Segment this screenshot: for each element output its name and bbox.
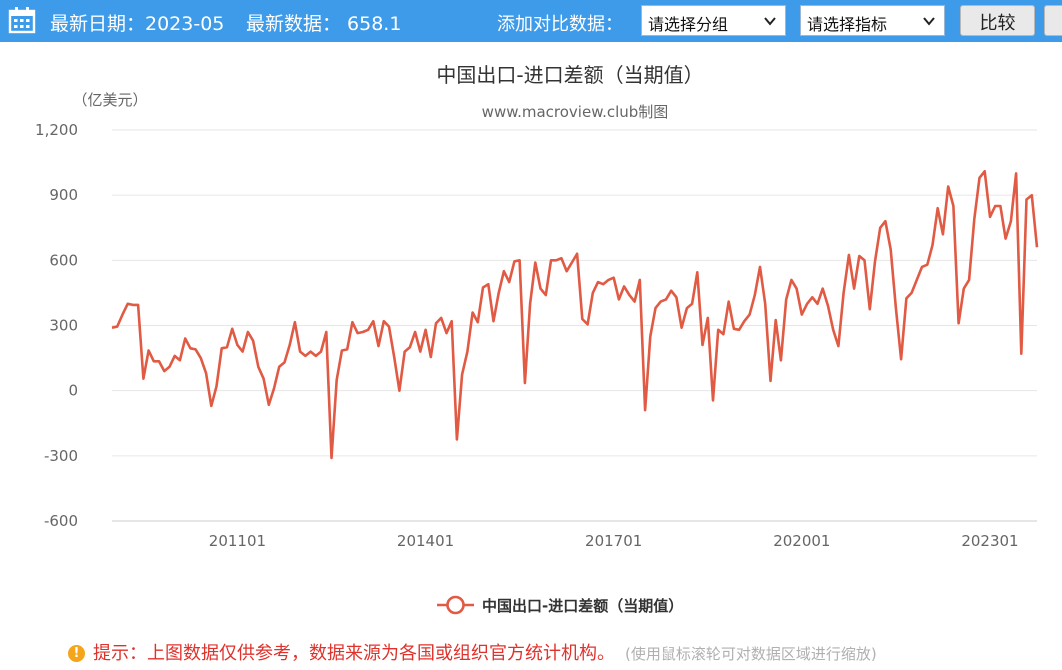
y-tick-label: -300 [44,447,78,465]
chevron-down-icon [764,17,776,26]
legend-symbol[interactable] [437,595,474,615]
x-tick-label: 202301 [961,532,1018,550]
y-tick-label: 0 [68,382,78,400]
chart-title: 中国出口-进口差额（当期值） [436,63,703,87]
compare-label: 添加对比数据： [497,14,623,35]
group-select[interactable]: 请选择分组 [641,5,786,36]
group-select-value: 请选择分组 [648,15,729,34]
legend-marker [446,595,465,615]
calendar-icon [8,7,36,34]
series-line[interactable] [111,170,1039,460]
compare-button[interactable]: 比较 [960,5,1035,36]
chevron-down-icon [923,17,935,26]
x-tick-label: 202001 [773,532,830,550]
legend-label[interactable]: 中国出口-进口差额（当期值） [482,595,683,616]
y-tick-label: 600 [49,251,78,269]
x-tick-label: 201401 [397,532,454,550]
hint-subtext: (使用鼠标滚轮可对数据区域进行缩放) [625,645,877,663]
y-tick-label: 900 [49,186,78,204]
y-tick-label: 1,200 [35,121,78,139]
chart-subtitle: www.macroview.club制图 [482,103,669,121]
y-axis-label: （亿美元） [72,91,147,109]
x-ticks: 201101 201401 201701 202001 202301 [209,532,1019,550]
warning-icon: ! [68,645,85,662]
extra-button[interactable] [1044,5,1062,36]
y-ticks: 1,200 900 600 300 0 -300 -600 [35,121,78,530]
x-tick-label: 201101 [209,532,266,550]
latest-date: 最新日期：2023-05 [50,13,225,35]
footer-hint: ! 提示：上图数据仅供参考，数据来源为各国或组织官方统计机构。 (使用鼠标滚轮可对数… [68,639,877,665]
hint-text: 提示：上图数据仅供参考，数据来源为各国或组织官方统计机构。 [93,643,615,664]
indicator-select[interactable]: 请选择指标 [800,5,945,36]
x-tick-label: 201701 [585,532,642,550]
latest-value: 最新数据： 658.1 [246,13,402,35]
indicator-select-value: 请选择指标 [807,15,888,34]
chart: 中国出口-进口差额（当期值） www.macroview.club制图 （亿美元… [35,63,1039,615]
top-toolbar: 最新日期：2023-05 最新数据： 658.1 添加对比数据： 请选择分组 请… [0,0,1062,42]
y-tick-label: -600 [44,512,78,530]
y-tick-label: 300 [49,317,78,335]
